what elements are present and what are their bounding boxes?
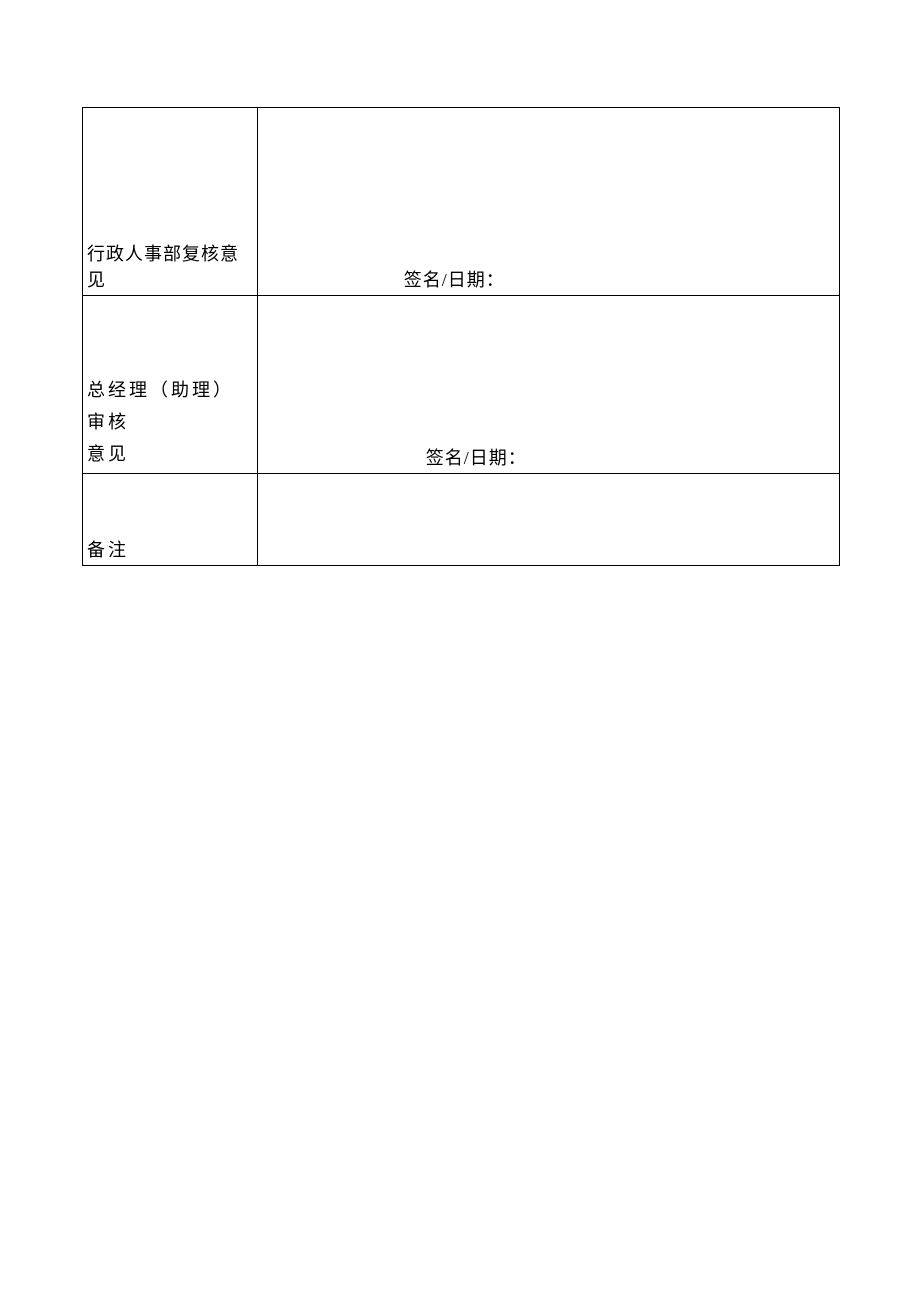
gm-review-content-cell: 签名/日期： [257, 296, 839, 474]
gm-review-label: 总经理（助理） 审核意见 [87, 374, 257, 470]
gm-review-signature-label: 签名/日期： [426, 444, 527, 470]
table-row: 总经理（助理） 审核意见 签名/日期： [83, 296, 840, 474]
remarks-label-cell: 备注 [83, 474, 258, 566]
hr-review-label: 行政人事部复核意见 [87, 240, 257, 292]
approval-form-table: 行政人事部复核意见 签名/日期： 总经理（助理） 审核意见 签名/日期： 备注 [82, 107, 840, 566]
hr-review-label-cell: 行政人事部复核意见 [83, 108, 258, 296]
remarks-content-cell [257, 474, 839, 566]
gm-review-label-cell: 总经理（助理） 审核意见 [83, 296, 258, 474]
table-row: 备注 [83, 474, 840, 566]
hr-review-signature-label: 签名/日期： [404, 266, 505, 292]
remarks-label: 备注 [87, 536, 129, 562]
table-row: 行政人事部复核意见 签名/日期： [83, 108, 840, 296]
hr-review-content-cell: 签名/日期： [257, 108, 839, 296]
